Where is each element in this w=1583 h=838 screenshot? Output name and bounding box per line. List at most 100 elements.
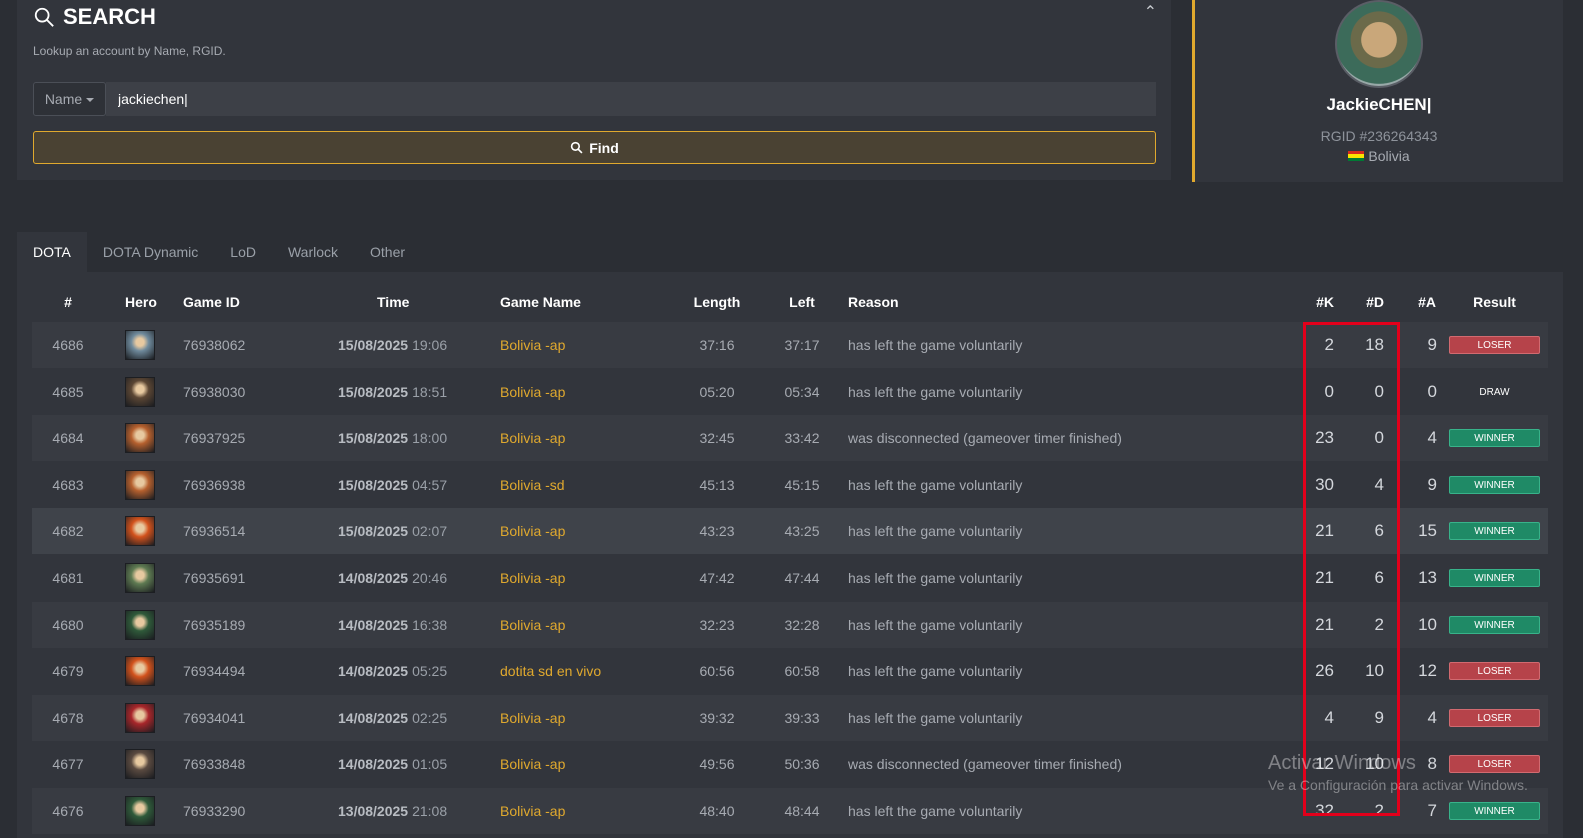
game-id: 76936514	[183, 523, 246, 539]
tab-warlock[interactable]: Warlock	[272, 232, 354, 272]
result-cell: DRAW	[1449, 369, 1540, 415]
result-badge: WINNER	[1449, 476, 1540, 494]
hero-portrait-icon[interactable]	[125, 703, 155, 733]
game-time: 15/08/2025 18:51	[338, 369, 447, 415]
leave-reason: was disconnected (gameover timer finishe…	[848, 756, 1122, 772]
game-id: 76938030	[183, 384, 246, 400]
game-clock: 18:00	[412, 430, 448, 446]
game-name-link[interactable]: Bolivia -ap	[500, 695, 565, 741]
assists: 10	[1418, 615, 1437, 634]
assists: 0	[1427, 382, 1437, 401]
result-cell: LOSER	[1449, 695, 1540, 741]
game-id: 76935189	[183, 617, 246, 633]
tab-dota[interactable]: DOTA	[17, 232, 87, 272]
hero-portrait-icon[interactable]	[125, 796, 155, 826]
profile-country: Bolivia	[1195, 148, 1563, 164]
game-time: 14/08/2025 05:25	[338, 648, 447, 694]
hero-portrait-icon[interactable]	[125, 656, 155, 686]
col-result[interactable]: Result	[1449, 294, 1540, 310]
row-number: 4683	[52, 477, 84, 493]
game-name-link[interactable]: Bolivia -ap	[500, 602, 565, 648]
col-left[interactable]: Left	[767, 294, 837, 310]
game-id: 76937925	[183, 430, 246, 446]
row-number: 4680	[52, 617, 84, 633]
windows-activation-watermark: Activar Windows Ve a Configuración para …	[1268, 752, 1528, 793]
game-length: 43:23	[699, 523, 735, 539]
col-assists[interactable]: #A	[1404, 294, 1436, 310]
game-name-link[interactable]: dotita sd en vivo	[500, 648, 601, 694]
hero-cell	[125, 788, 155, 834]
col-game-id[interactable]: Game ID	[183, 294, 240, 310]
leave-reason: has left the game voluntarily	[848, 384, 1023, 400]
search-type-select[interactable]: Name	[33, 82, 106, 116]
search-input[interactable]	[106, 82, 1156, 116]
find-button[interactable]: Find	[33, 131, 1156, 164]
row-number: 4686	[52, 337, 84, 353]
col-kills[interactable]: #K	[1302, 294, 1334, 310]
tab-lod[interactable]: LoD	[214, 232, 272, 272]
game-mode-tabs: DOTA DOTA Dynamic LoD Warlock Other	[17, 232, 421, 272]
game-name-link[interactable]: Bolivia -ap	[500, 508, 565, 554]
hero-portrait-icon[interactable]	[125, 610, 155, 640]
assists: 4	[1427, 708, 1437, 727]
caret-down-icon	[86, 98, 95, 102]
game-name-link[interactable]: Bolivia -ap	[500, 741, 565, 787]
hero-portrait-icon[interactable]	[125, 516, 155, 546]
game-length: 32:23	[699, 617, 735, 633]
hero-portrait-icon[interactable]	[125, 470, 155, 500]
hero-cell	[125, 462, 155, 508]
hero-cell	[125, 602, 155, 648]
hero-portrait-icon[interactable]	[125, 330, 155, 360]
hero-cell	[125, 508, 155, 554]
hero-cell	[125, 415, 155, 461]
col-time[interactable]: Time	[377, 294, 409, 310]
col-hero[interactable]: Hero	[125, 294, 157, 310]
row-number: 4678	[52, 710, 84, 726]
game-name-link[interactable]: Bolivia -ap	[500, 369, 565, 415]
col-game-name[interactable]: Game Name	[500, 294, 581, 310]
bolivia-flag-icon	[1348, 151, 1365, 161]
hero-cell	[125, 648, 155, 694]
game-name-link[interactable]: Bolivia -sd	[500, 462, 565, 508]
leave-reason: has left the game voluntarily	[848, 617, 1023, 633]
game-time: 13/08/2025 21:08	[338, 788, 447, 834]
hero-portrait-icon[interactable]	[125, 377, 155, 407]
game-clock: 02:25	[412, 710, 448, 726]
game-name-link[interactable]: Bolivia -ap	[500, 415, 565, 461]
game-id: 76938062	[183, 337, 246, 353]
hero-portrait-icon[interactable]	[125, 749, 155, 779]
game-length: 05:20	[699, 384, 735, 400]
game-time: 14/08/2025 01:05	[338, 741, 447, 787]
result-badge: WINNER	[1449, 569, 1540, 587]
col-deaths[interactable]: #D	[1352, 294, 1384, 310]
profile-panel: JackieCHEN| RGID #236264343 Bolivia	[1192, 0, 1563, 182]
game-left: 39:33	[784, 710, 820, 726]
tab-dota-dynamic[interactable]: DOTA Dynamic	[87, 232, 214, 272]
game-name-link[interactable]: Bolivia -ap	[500, 322, 565, 368]
search-panel: SEARCH ⌃ Lookup an account by Name, RGID…	[17, 0, 1171, 180]
game-date: 15/08/2025	[338, 430, 409, 446]
game-date: 15/08/2025	[338, 477, 409, 493]
game-name-link[interactable]: Bolivia -ap	[500, 788, 565, 834]
tab-other[interactable]: Other	[354, 232, 421, 272]
hero-portrait-icon[interactable]	[125, 423, 155, 453]
game-id: 76933290	[183, 803, 246, 819]
game-date: 14/08/2025	[338, 617, 409, 633]
game-clock: 16:38	[412, 617, 448, 633]
assists: 9	[1427, 335, 1437, 354]
assists: 4	[1427, 428, 1437, 447]
result-badge: LOSER	[1449, 662, 1540, 680]
profile-country-label: Bolivia	[1368, 148, 1410, 164]
col-num[interactable]: #	[32, 294, 104, 310]
col-length[interactable]: Length	[682, 294, 752, 310]
game-time: 14/08/2025 20:46	[338, 555, 447, 601]
chevron-up-icon[interactable]: ⌃	[1144, 2, 1157, 22]
profile-rgid: RGID #236264343	[1320, 128, 1438, 144]
hero-cell	[125, 741, 155, 787]
leave-reason: has left the game voluntarily	[848, 477, 1023, 493]
col-reason[interactable]: Reason	[848, 294, 899, 310]
game-name-link[interactable]: Bolivia -ap	[500, 555, 565, 601]
game-date: 13/08/2025	[338, 803, 409, 819]
hero-portrait-icon[interactable]	[125, 563, 155, 593]
game-time: 15/08/2025 18:00	[338, 415, 447, 461]
